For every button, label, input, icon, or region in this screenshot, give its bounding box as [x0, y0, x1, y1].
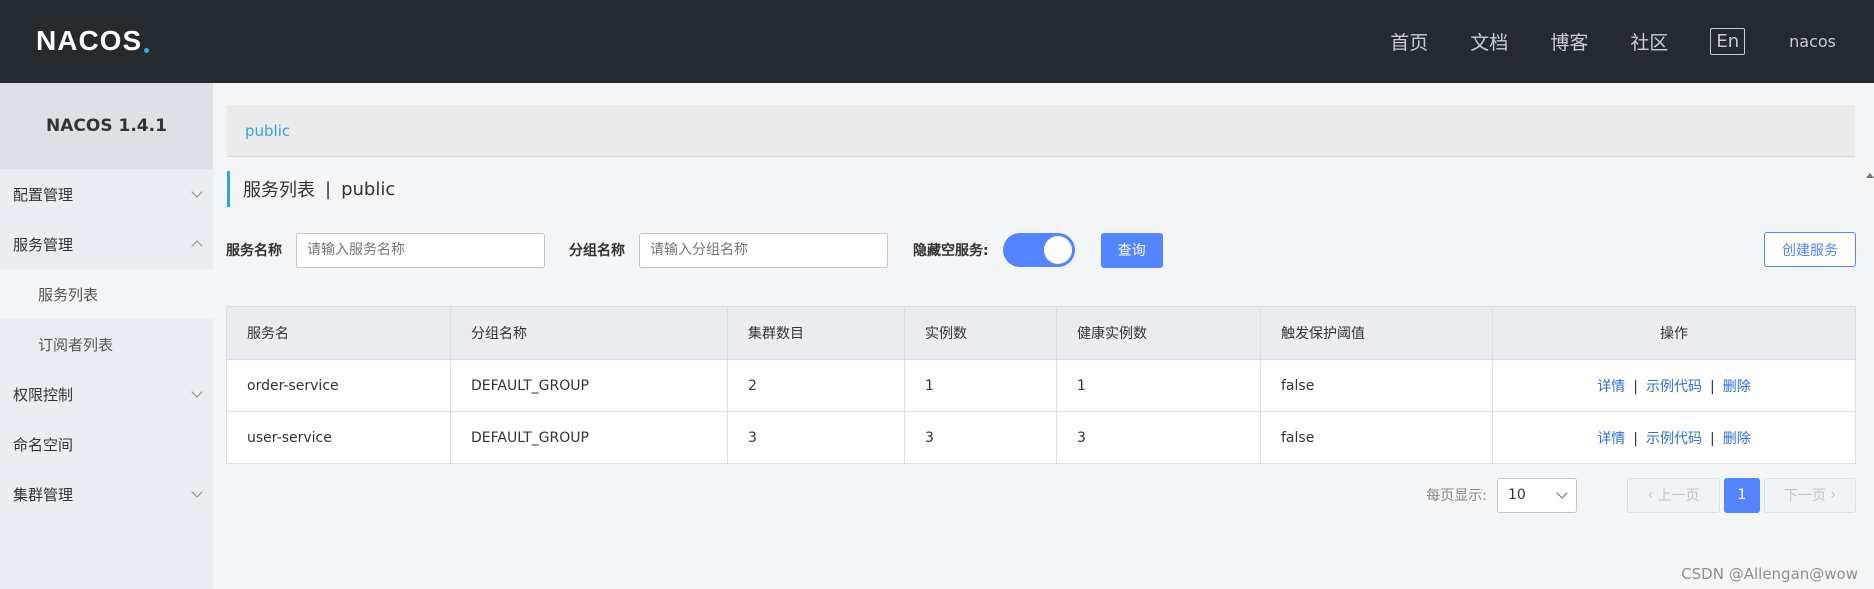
sidebar: NACOS 1.4.1 配置管理 服务管理 服务列表 订阅者列表 权限控制 命名…: [0, 83, 213, 589]
namespace-bar: public: [227, 105, 1855, 157]
namespace-tab-public[interactable]: public: [245, 122, 290, 140]
query-button[interactable]: 查询: [1100, 232, 1163, 268]
table-row: user-service DEFAULT_GROUP 3 3 3 false 详…: [226, 411, 1856, 464]
scroll-up-arrow-icon[interactable]: [1866, 173, 1874, 178]
page-number-current[interactable]: 1: [1724, 477, 1760, 513]
sample-code-link[interactable]: 示例代码: [1646, 379, 1702, 395]
cell-service-name: order-service: [226, 359, 451, 412]
cell-instances: 1: [904, 359, 1057, 412]
filter-bar: 服务名称 分组名称 隐藏空服务: 查询 创建服务: [226, 232, 1856, 268]
cell-group: DEFAULT_GROUP: [450, 359, 728, 412]
sidebar-item-label: 集群管理: [13, 485, 74, 504]
action-separator: |: [1710, 430, 1715, 447]
sidebar-item-label: 命名空间: [13, 435, 74, 454]
logo-dot: [144, 47, 150, 53]
cell-clusters: 3: [727, 411, 905, 464]
page-title-separator: |: [325, 178, 332, 200]
pagination: 每页显示: 10 ‹ 上一页 1 下一页 ›: [1426, 477, 1856, 513]
prev-page-button[interactable]: ‹ 上一页: [1627, 477, 1720, 513]
col-service-name: 服务名: [226, 306, 451, 360]
sidebar-item-permissions[interactable]: 权限控制: [0, 369, 213, 419]
top-navbar: NACOS 首页 文档 博客 社区 En nacos: [0, 0, 1874, 83]
page-scrollbar[interactable]: [1866, 83, 1874, 589]
per-page-value: 10: [1508, 487, 1526, 503]
col-healthy-count: 健康实例数: [1056, 306, 1261, 360]
chevron-down-icon: [191, 386, 203, 398]
nav-blog[interactable]: 博客: [1550, 28, 1588, 55]
action-separator: |: [1633, 378, 1638, 395]
chevron-down-icon: [191, 486, 203, 498]
sidebar-version-title: NACOS 1.4.1: [0, 83, 213, 169]
detail-link[interactable]: 详情: [1597, 431, 1625, 447]
action-separator: |: [1633, 430, 1638, 447]
nacos-logo[interactable]: NACOS: [36, 24, 150, 58]
table-header-row: 服务名 分组名称 集群数目 实例数 健康实例数 触发保护阈值 操作: [226, 306, 1856, 360]
delete-link[interactable]: 删除: [1723, 379, 1751, 395]
sidebar-item-label: 服务管理: [13, 235, 74, 254]
col-instance-count: 实例数: [904, 306, 1057, 360]
detail-link[interactable]: 详情: [1597, 379, 1625, 395]
nav-community[interactable]: 社区: [1630, 28, 1668, 55]
next-page-button[interactable]: 下一页 ›: [1764, 477, 1856, 513]
chevron-down-icon: [191, 186, 203, 198]
sidebar-item-cluster[interactable]: 集群管理: [0, 469, 213, 519]
page-title-text: 服务列表: [243, 180, 315, 201]
nav-home[interactable]: 首页: [1390, 28, 1428, 55]
sidebar-item-label: 配置管理: [13, 185, 74, 204]
chevron-right-icon: ›: [1825, 487, 1837, 503]
col-protect-threshold: 触发保护阈值: [1260, 306, 1493, 360]
sample-code-link[interactable]: 示例代码: [1646, 431, 1702, 447]
cell-instances: 3: [904, 411, 1057, 464]
sidebar-item-service[interactable]: 服务管理: [0, 219, 213, 269]
top-nav: 首页 文档 博客 社区 En nacos: [1348, 0, 1874, 83]
service-name-label: 服务名称: [226, 243, 282, 259]
col-group-name: 分组名称: [450, 306, 728, 360]
table-row: order-service DEFAULT_GROUP 2 1 1 false …: [226, 359, 1856, 412]
user-name[interactable]: nacos: [1789, 32, 1836, 51]
group-name-input[interactable]: [639, 232, 888, 268]
chevron-down-icon: [1556, 487, 1568, 499]
toggle-knob: [1043, 236, 1072, 264]
cell-operations: 详情 | 示例代码 | 删除: [1492, 359, 1856, 412]
prev-page-label: 上一页: [1657, 488, 1700, 504]
group-name-label: 分组名称: [569, 243, 625, 259]
cell-operations: 详情 | 示例代码 | 删除: [1492, 411, 1856, 464]
sidebar-item-namespace[interactable]: 命名空间: [0, 419, 213, 469]
cell-service-name: user-service: [226, 411, 451, 464]
cell-threshold: false: [1260, 411, 1493, 464]
per-page-select[interactable]: 10: [1497, 477, 1577, 513]
sidebar-item-config[interactable]: 配置管理: [0, 169, 213, 219]
action-separator: |: [1710, 378, 1715, 395]
create-service-button[interactable]: 创建服务: [1764, 232, 1856, 267]
page-title-namespace: public: [341, 178, 396, 200]
col-cluster-count: 集群数目: [727, 306, 905, 360]
main-content: public 服务列表 | public 服务名称 分组名称 隐藏空服务: 查询…: [213, 83, 1874, 589]
sidebar-item-subscribers[interactable]: 订阅者列表: [0, 319, 213, 369]
logo-text: NACOS: [36, 25, 143, 56]
page-title: 服务列表 | public: [227, 171, 395, 207]
service-name-input[interactable]: [296, 232, 545, 268]
next-page-label: 下一页: [1783, 488, 1826, 504]
sidebar-item-label: 权限控制: [13, 385, 74, 404]
cell-healthy: 3: [1056, 411, 1261, 464]
chevron-up-icon: [191, 240, 203, 252]
cell-healthy: 1: [1056, 359, 1261, 412]
hide-empty-label: 隐藏空服务:: [913, 243, 989, 259]
watermark: CSDN @Allengan@wow: [1681, 565, 1858, 583]
per-page-label: 每页显示:: [1426, 488, 1487, 504]
sidebar-item-service-list[interactable]: 服务列表: [0, 269, 213, 319]
chevron-left-icon: ‹: [1647, 487, 1658, 503]
language-switch-button[interactable]: En: [1710, 28, 1746, 55]
nav-docs[interactable]: 文档: [1470, 28, 1508, 55]
cell-threshold: false: [1260, 359, 1493, 412]
cell-group: DEFAULT_GROUP: [450, 411, 728, 464]
service-table: 服务名 分组名称 集群数目 实例数 健康实例数 触发保护阈值 操作 order-…: [226, 306, 1856, 464]
col-operations: 操作: [1492, 306, 1856, 360]
delete-link[interactable]: 删除: [1723, 431, 1751, 447]
cell-clusters: 2: [727, 359, 905, 412]
hide-empty-toggle[interactable]: [1002, 233, 1075, 267]
